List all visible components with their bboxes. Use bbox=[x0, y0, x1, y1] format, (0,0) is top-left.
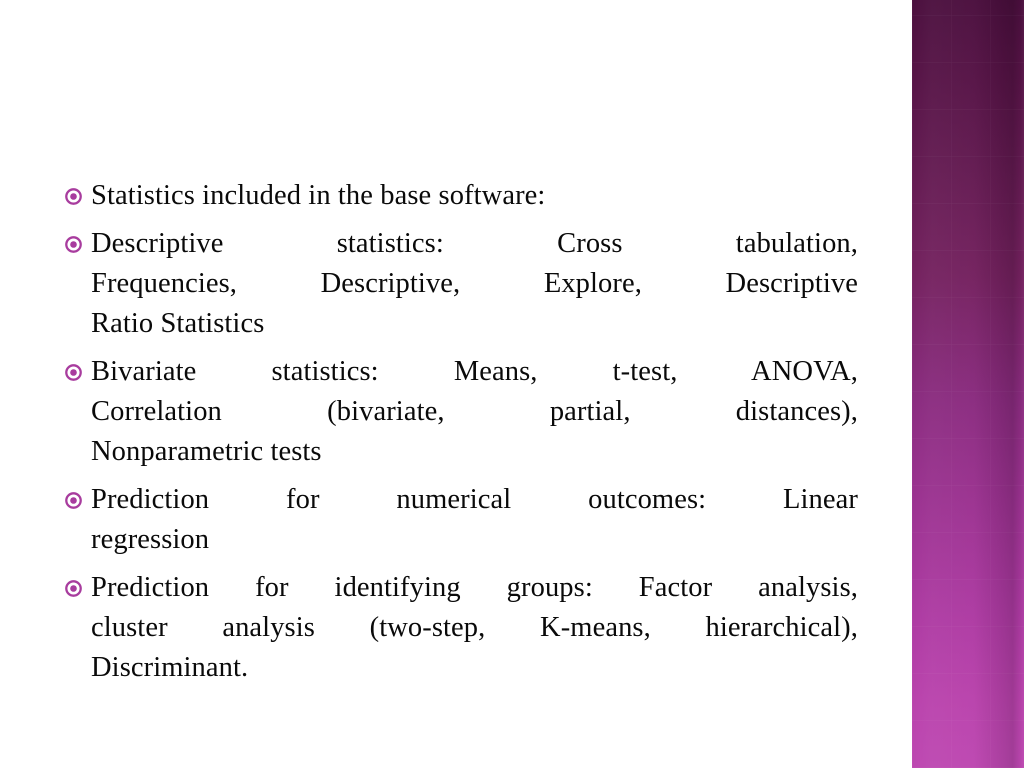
bullet-list-item-2: Descriptive statistics: Cross tabulation… bbox=[64, 224, 858, 344]
bullet-3-line-3: Nonparametric tests bbox=[91, 436, 322, 467]
bullet-5-line-3: Discriminant. bbox=[91, 652, 249, 683]
bullet-list-item-5: Prediction for identifying groups: Facto… bbox=[64, 568, 858, 688]
bullet-2-line-3: Ratio Statistics bbox=[91, 308, 265, 339]
slide-body-content: Statistics included in the base software… bbox=[64, 176, 858, 688]
bullet-list-item-1: Statistics included in the base software… bbox=[64, 176, 858, 216]
bullet-5-line-1: Prediction for identifying groups: Facto… bbox=[91, 572, 858, 603]
bullet-1-line-1: Statistics included in the base software… bbox=[91, 180, 546, 211]
bullet-4-line-2: regression bbox=[91, 524, 210, 555]
bullet-list-item-3: Bivariate statistics: Means, t-test, ANO… bbox=[64, 352, 858, 472]
bullet-2-line-2: Frequencies, Descriptive, Explore, Descr… bbox=[91, 268, 858, 299]
decorative-gradient-bar bbox=[912, 0, 1024, 768]
ring-dot-bullet-icon bbox=[65, 492, 82, 509]
bullet-4-line-1: Prediction for numerical outcomes: Linea… bbox=[91, 484, 858, 515]
ring-dot-bullet-icon bbox=[65, 236, 82, 253]
bullet-5-line-2: cluster analysis (two-step, K-means, hie… bbox=[91, 612, 858, 643]
presentation-slide: Statistics included in the base software… bbox=[0, 0, 1024, 768]
gradient-shading-overlay bbox=[912, 0, 1024, 768]
bullet-list-item-4: Prediction for numerical outcomes: Linea… bbox=[64, 480, 858, 560]
ring-dot-bullet-icon bbox=[65, 580, 82, 597]
bullet-3-line-1: Bivariate statistics: Means, t-test, ANO… bbox=[91, 356, 858, 387]
bullet-3-line-2: Correlation (bivariate, partial, distanc… bbox=[91, 396, 858, 427]
ring-dot-bullet-icon bbox=[65, 188, 82, 205]
bullet-2-line-1: Descriptive statistics: Cross tabulation… bbox=[91, 228, 858, 259]
ring-dot-bullet-icon bbox=[65, 364, 82, 381]
